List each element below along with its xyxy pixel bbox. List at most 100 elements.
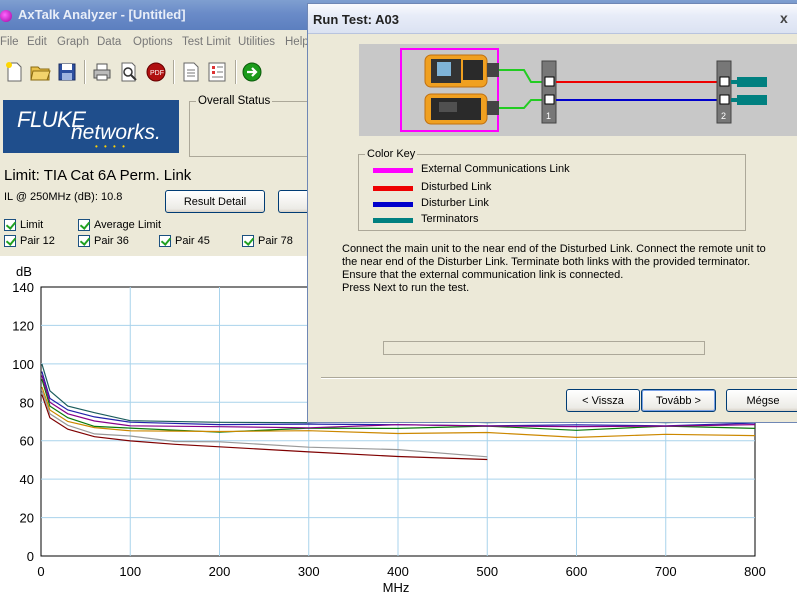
toolbar-separator <box>84 60 86 84</box>
il-readout: IL @ 250MHz (dB): 10.8 <box>4 191 122 203</box>
y-tick-label: 100 <box>12 357 34 372</box>
checkbox-label: Pair 36 <box>94 235 129 247</box>
y-tick-label: 80 <box>20 395 34 410</box>
toolbar-separator <box>235 60 237 84</box>
close-icon[interactable]: x <box>780 10 796 28</box>
color-swatch <box>373 186 413 191</box>
svg-text:PDF: PDF <box>150 70 164 77</box>
menu-utilities[interactable]: Utilities <box>238 36 275 48</box>
menu-test-limit[interactable]: Test Limit <box>182 36 231 48</box>
x-tick-label: 100 <box>119 564 141 579</box>
connection-diagram: 1 2 <box>359 44 797 136</box>
menu-options[interactable]: Options <box>133 36 173 48</box>
checkbox-average-limit[interactable]: Average Limit <box>78 219 178 233</box>
y-tick-label: 60 <box>20 434 34 449</box>
overall-status-label: Overall Status <box>196 95 273 107</box>
print-icon[interactable] <box>91 61 113 83</box>
terminator <box>737 95 767 105</box>
overall-status-group: Overall Status <box>189 95 319 157</box>
menu-graph[interactable]: Graph <box>57 36 89 48</box>
color-swatch <box>373 202 413 207</box>
color-key-text: External Communications Link <box>421 163 570 175</box>
color-key-group: Color Key External Communications Link D… <box>358 148 746 231</box>
checkbox-box[interactable] <box>4 235 16 247</box>
save-icon[interactable] <box>56 61 78 83</box>
port <box>544 94 555 105</box>
next-button[interactable]: Tovább > <box>641 389 716 412</box>
document-icon[interactable] <box>180 61 202 83</box>
new-file-icon[interactable] <box>3 61 25 83</box>
port <box>719 76 730 87</box>
back-button[interactable]: < Vissza <box>566 389 640 412</box>
cancel-button[interactable]: Mégse <box>726 389 797 412</box>
result-detail-button[interactable]: Result Detail <box>165 190 265 213</box>
menu-data[interactable]: Data <box>97 36 121 48</box>
port <box>544 76 555 87</box>
dialog-title: Run Test: A03 <box>313 12 399 27</box>
panel-1-label: 1 <box>546 111 551 121</box>
menu-edit[interactable]: Edit <box>27 36 47 48</box>
app-icon <box>0 10 12 22</box>
y-tick-label: 0 <box>27 549 34 564</box>
panel-2-label: 2 <box>721 111 726 121</box>
dialog-title-bar[interactable]: Run Test: A03 x <box>308 4 797 34</box>
instruction-line: the near end of the Disturber Link. Term… <box>342 256 751 268</box>
checkbox-pair-12[interactable]: Pair 12 <box>4 235 64 249</box>
print-preview-icon[interactable] <box>118 61 140 83</box>
fluke-networks-logo: FLUKE networks. • • • • <box>3 100 179 153</box>
x-tick-label: 300 <box>298 564 320 579</box>
main-unit-device <box>424 54 499 88</box>
color-swatch <box>373 218 413 223</box>
instruction-line: Press Next to run the test. <box>342 282 470 294</box>
checkbox-pair-36[interactable]: Pair 36 <box>78 235 138 249</box>
connection-diagram-svg: 1 2 <box>400 48 767 132</box>
menu-file[interactable]: File <box>0 36 19 48</box>
open-folder-icon[interactable] <box>29 61 51 83</box>
color-key-text: Terminators <box>421 213 479 225</box>
x-tick-label: 200 <box>209 564 231 579</box>
checkbox-label: Pair 78 <box>258 235 293 247</box>
checkbox-box[interactable] <box>78 235 90 247</box>
y-tick-label: 20 <box>20 511 34 526</box>
checkbox-label: Pair 45 <box>175 235 210 247</box>
terminator <box>737 77 767 87</box>
color-key-label: Color Key <box>365 148 418 160</box>
report-icon[interactable] <box>206 61 228 83</box>
checkbox-label: Average Limit <box>94 219 162 231</box>
x-tick-label: 700 <box>655 564 677 579</box>
il-label: IL @ 250MHz (dB): <box>4 191 98 203</box>
dialog-separator <box>321 377 797 379</box>
il-value: 10.8 <box>100 191 123 203</box>
checkbox-box[interactable] <box>242 235 254 247</box>
checkbox-box[interactable] <box>78 219 90 231</box>
checkbox-box[interactable] <box>159 235 171 247</box>
x-axis-label: MHz <box>383 580 410 595</box>
y-tick-label: 140 <box>12 280 34 295</box>
logo-dots: • • • • <box>95 142 127 151</box>
checkbox-pair-45[interactable]: Pair 45 <box>159 235 219 249</box>
instruction-line: Ensure that the external communication l… <box>342 269 624 281</box>
pdf-icon[interactable]: PDF <box>145 61 167 83</box>
checkbox-pair-78[interactable]: Pair 78 <box>242 235 302 249</box>
menu-help[interactable]: Help <box>285 36 309 48</box>
checkbox-box[interactable] <box>4 219 16 231</box>
instruction-line: Connect the main unit to the near end of… <box>342 243 766 255</box>
y-axis-label: dB <box>16 264 32 279</box>
color-swatch <box>373 168 413 173</box>
x-tick-label: 400 <box>387 564 409 579</box>
x-tick-label: 600 <box>566 564 588 579</box>
checkbox-limit[interactable]: Limit <box>4 219 64 233</box>
color-key-text: Disturber Link <box>421 197 489 209</box>
y-tick-label: 40 <box>20 472 34 487</box>
terminator-plug <box>731 80 739 84</box>
run-test-dialog: Run Test: A03 x 1 2 Color Key External C… <box>307 3 797 423</box>
toolbar-separator <box>173 60 175 84</box>
instructions-text: Connect the main unit to the near end of… <box>342 243 782 295</box>
x-tick-label: 800 <box>744 564 766 579</box>
remote-unit-device <box>424 93 499 125</box>
limit-title: Limit: TIA Cat 6A Perm. Link <box>4 167 192 184</box>
port <box>719 94 730 105</box>
checkbox-label: Pair 12 <box>20 235 55 247</box>
go-arrow-icon[interactable] <box>241 61 263 83</box>
checkbox-label: Limit <box>20 219 44 231</box>
